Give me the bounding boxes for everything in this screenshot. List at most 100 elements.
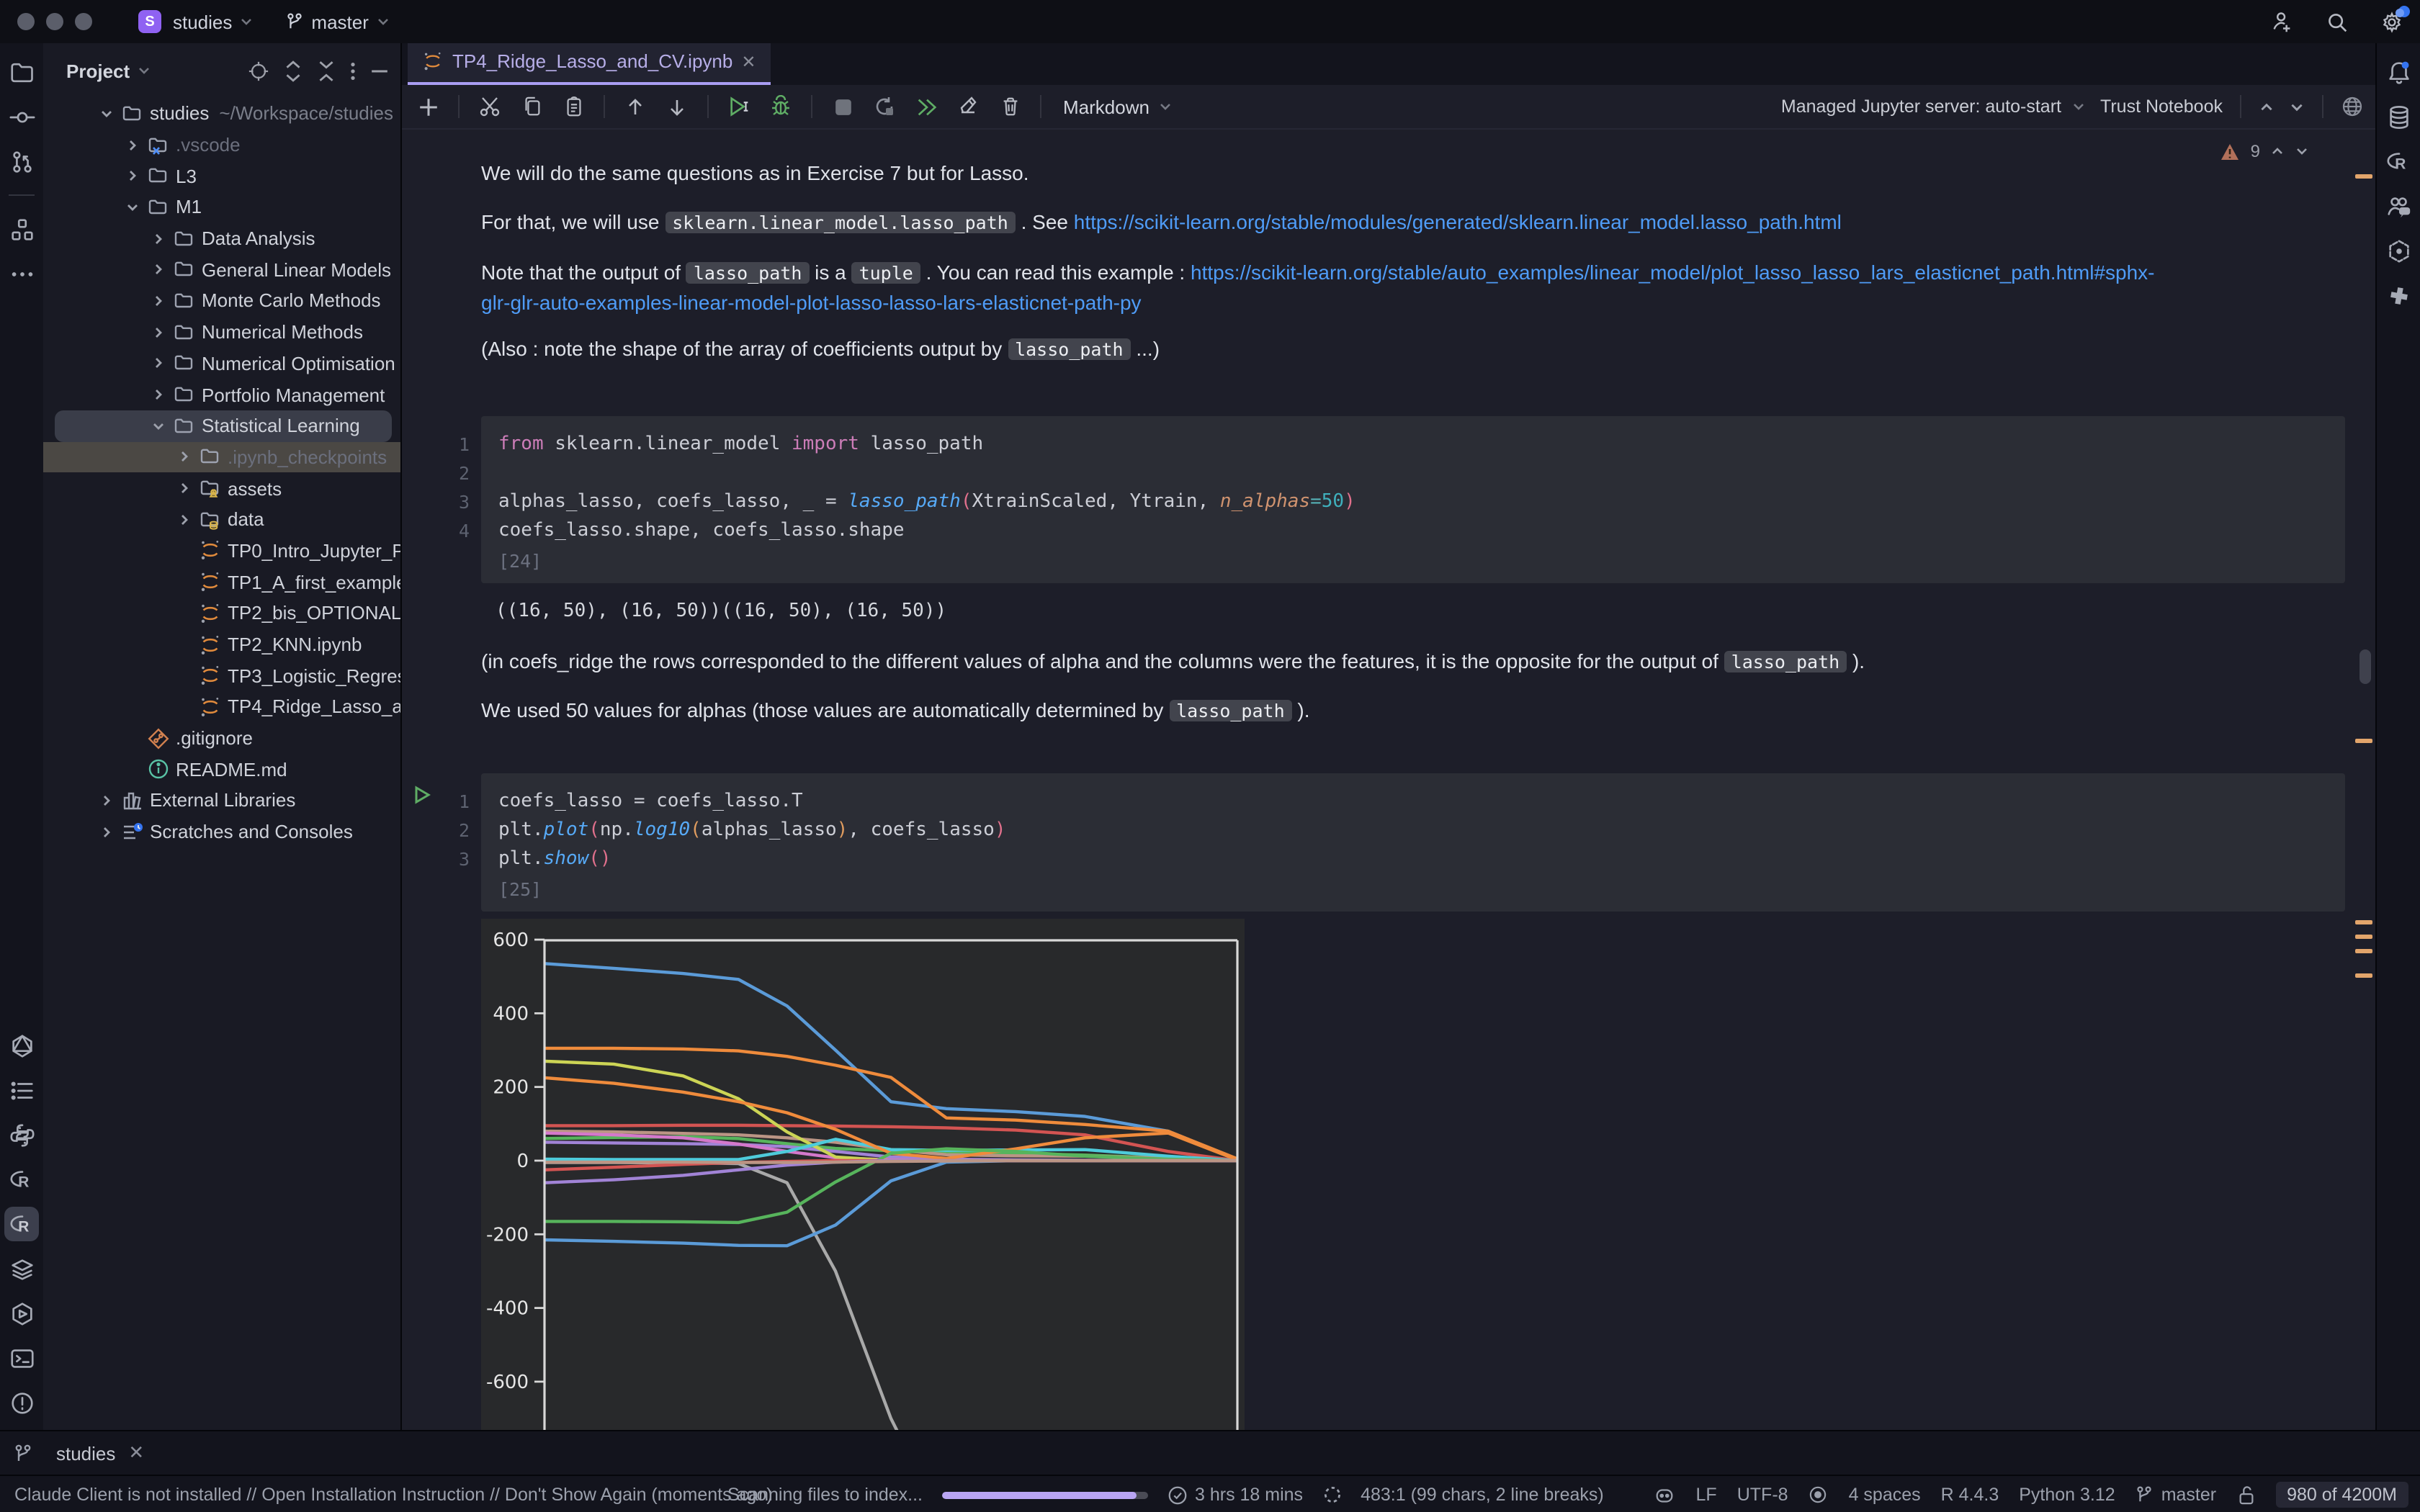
run-cell-gutter-icon[interactable] — [412, 785, 432, 805]
window-controls[interactable] — [17, 13, 92, 30]
git-branch-widget[interactable]: master — [2136, 1485, 2216, 1505]
tree-item-l3[interactable]: L3 — [43, 161, 400, 192]
tree-item-assets[interactable]: assets — [43, 473, 400, 504]
chevron-down-icon[interactable] — [121, 200, 144, 215]
caret-position[interactable]: 483:1 (99 chars, 2 line breaks) — [1361, 1485, 1604, 1505]
inspections-widget[interactable]: 9 — [2220, 141, 2309, 161]
tree-item-tp0-intro-jupyter-python-ipynb[interactable]: TP0_Intro_Jupyter_Python.ipynb — [43, 535, 400, 566]
next-cell-icon[interactable] — [2289, 99, 2305, 114]
unlocked-icon[interactable] — [2236, 1484, 2255, 1506]
stripe-mark[interactable] — [2355, 949, 2372, 953]
panel-title[interactable]: Project — [66, 60, 130, 81]
chevron-right-icon[interactable] — [147, 356, 170, 371]
line-ending-widget[interactable]: LF — [1696, 1485, 1717, 1505]
chevron-right-icon[interactable] — [95, 793, 118, 808]
tool-window-tab-studies[interactable]: studies ✕ — [56, 1441, 144, 1464]
chevron-right-icon[interactable] — [147, 325, 170, 339]
move-cell-up-button[interactable] — [621, 92, 650, 121]
copy-cell-button[interactable] — [517, 92, 546, 121]
stripe-mark[interactable] — [2355, 920, 2372, 924]
bell-icon[interactable] — [2381, 55, 2416, 89]
chevron-right-icon[interactable] — [121, 138, 144, 152]
plugins-icon[interactable] — [2381, 278, 2416, 312]
chevron-right-icon[interactable] — [147, 387, 170, 402]
stripe-mark[interactable] — [2355, 174, 2372, 179]
tree-item-tp2-bis-optional-ipynb[interactable]: TP2_bis_OPTIONAL.ipynb — [43, 598, 400, 629]
stop-kernel-button[interactable] — [828, 92, 857, 121]
r-interpreter-widget[interactable]: R 4.4.3 — [1941, 1485, 1999, 1505]
highlight-level-icon[interactable] — [1809, 1485, 1829, 1505]
clear-outputs-button[interactable] — [954, 92, 982, 121]
copilot-icon[interactable] — [1654, 1484, 1676, 1506]
tree-item-studies[interactable]: studies~/Workspace/studies — [43, 98, 400, 129]
settings-gear-icon[interactable] — [2377, 7, 2406, 36]
stripe-mark[interactable] — [2355, 935, 2372, 939]
run-all-cells-button[interactable] — [912, 92, 941, 121]
todo-icon[interactable] — [4, 1073, 39, 1107]
code-cell[interactable]: 1234 from sklearn.linear_model import la… — [481, 416, 2345, 583]
scrollbar-thumb[interactable] — [2360, 649, 2371, 684]
expand-all-icon[interactable] — [284, 60, 302, 81]
chevron-right-icon[interactable] — [173, 513, 196, 527]
rpackages-icon[interactable]: R — [2381, 144, 2416, 179]
commit-icon[interactable] — [4, 99, 39, 134]
background-tasks[interactable] — [1322, 1485, 1342, 1505]
add-cell-button[interactable] — [413, 92, 442, 121]
indent-widget[interactable]: 4 spaces — [1849, 1485, 1921, 1505]
cut-cell-button[interactable] — [475, 92, 504, 121]
window-minimize-button[interactable] — [46, 13, 63, 30]
options-kebab-icon[interactable] — [350, 60, 356, 81]
graphql-icon[interactable] — [4, 1028, 39, 1063]
tree-item--gitignore[interactable]: .gitignore — [43, 723, 400, 754]
tree-item-tp2-knn-ipynb[interactable]: TP2_KNN.ipynb — [43, 629, 400, 660]
tree-item--vscode[interactable]: .vscode — [43, 129, 400, 160]
chevron-right-icon[interactable] — [173, 450, 196, 464]
tree-item-tp1-a-first-example-ipynb[interactable]: TP1_A_first_example.ipynb — [43, 567, 400, 598]
stripe-mark[interactable] — [2355, 739, 2372, 743]
tree-item-data[interactable]: data — [43, 504, 400, 535]
search-everywhere-button[interactable] — [2322, 7, 2351, 36]
next-warning-icon[interactable] — [2295, 144, 2309, 158]
editor-error-stripe[interactable] — [2352, 130, 2375, 1430]
code-cell[interactable]: 123 coefs_lasso = coefs_lasso.Tplt.plot(… — [481, 773, 2345, 912]
rtools-icon[interactable]: R — [4, 1207, 39, 1241]
project-switcher[interactable]: studies — [173, 11, 254, 32]
debug-cell-button[interactable] — [766, 92, 795, 121]
chevron-right-icon[interactable] — [121, 168, 144, 183]
chevron-right-icon[interactable] — [147, 263, 170, 277]
services-icon[interactable] — [4, 1296, 39, 1331]
tree-item-tp4-ridge-lasso-and-cv-ipynb[interactable]: TP4_Ridge_Lasso_and_CV.ipynb — [43, 691, 400, 722]
trust-notebook-button[interactable]: Trust Notebook — [2100, 96, 2223, 117]
locate-file-icon[interactable] — [248, 60, 269, 81]
tree-item-statistical-learning[interactable]: Statistical Learning — [43, 410, 400, 441]
memory-indicator[interactable]: 980 of 4200M — [2275, 1482, 2408, 1508]
tree-item--ipynb-checkpoints[interactable]: .ipynb_checkpoints — [43, 441, 400, 472]
window-zoom-button[interactable] — [75, 13, 92, 30]
collab-icon[interactable] — [2381, 189, 2416, 223]
chevron-right-icon[interactable] — [95, 824, 118, 839]
stripe-mark[interactable] — [2355, 973, 2372, 978]
prev-cell-icon[interactable] — [2259, 99, 2275, 114]
window-close-button[interactable] — [17, 13, 35, 30]
branch-switcher[interactable]: master — [285, 11, 390, 32]
chevron-right-icon[interactable] — [147, 231, 170, 246]
run-cell-button[interactable] — [725, 92, 753, 121]
chevron-down-icon[interactable] — [95, 107, 118, 121]
structure-icon[interactable] — [4, 212, 39, 246]
prev-warning-icon[interactable] — [2270, 144, 2285, 158]
jupyter-server-selector[interactable]: Managed Jupyter server: auto-start — [1781, 96, 2086, 117]
time-tracker[interactable]: 3 hrs 18 mins — [1166, 1484, 1303, 1506]
code-with-me-button[interactable] — [2267, 7, 2296, 36]
tree-item-readme-md[interactable]: README.md — [43, 754, 400, 785]
doc-link[interactable]: https://scikit-learn.org/stable/modules/… — [1074, 210, 1842, 233]
rconsole-icon[interactable]: R — [4, 1162, 39, 1197]
collapse-all-icon[interactable] — [317, 60, 336, 81]
tree-item-m1[interactable]: M1 — [43, 192, 400, 222]
status-message[interactable]: Claude Client is not installed // Open I… — [14, 1485, 773, 1505]
restart-kernel-button[interactable] — [870, 92, 899, 121]
tree-item-external-libraries[interactable]: External Libraries — [43, 785, 400, 816]
terminal-icon[interactable] — [4, 1341, 39, 1375]
tab-close-icon[interactable]: ✕ — [128, 1441, 144, 1464]
pullrequests-icon[interactable] — [4, 144, 39, 179]
more-icon[interactable] — [4, 256, 39, 291]
